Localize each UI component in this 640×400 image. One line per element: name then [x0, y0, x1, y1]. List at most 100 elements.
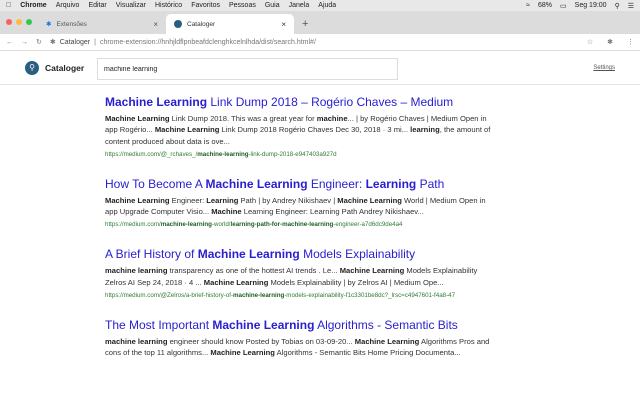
menu-favoritos[interactable]: Favoritos: [191, 2, 220, 9]
text-segment: Link Dump 2018 Rogério Chaves Dec 30, 20…: [219, 125, 411, 135]
text-segment: -models-explainability-f1c3301be8dc?_lrs…: [284, 292, 456, 300]
result-url[interactable]: https://medium.com/machine-learning-worl…: [105, 221, 500, 229]
tab-label: Cataloger: [187, 20, 216, 28]
window-controls: [6, 19, 32, 25]
apple-icon[interactable]: : [6, 2, 11, 9]
back-icon[interactable]: ←: [6, 39, 13, 46]
close-tab-icon[interactable]: ×: [153, 20, 158, 29]
highlight-term: Machine Learning: [105, 114, 170, 123]
minimize-window-button[interactable]: [16, 19, 22, 25]
text-segment: transparency as one of the hottest AI tr…: [167, 266, 340, 276]
text-segment: Path | by Andrey Nikishaev |: [238, 195, 338, 205]
result-title-link[interactable]: Machine Learning Link Dump 2018 – Rogéri…: [105, 95, 500, 110]
search-results: Machine Learning Link Dump 2018 – Rogéri…: [105, 95, 500, 377]
puzzle-icon: ✱: [46, 21, 52, 28]
menu-historico[interactable]: Histórico: [155, 2, 182, 9]
omnibox[interactable]: ✱ Cataloger | chrome-extension://hnhjldf…: [49, 38, 316, 47]
text-segment: -link-dump-2018-e947403a927d: [248, 150, 337, 158]
result-title-link[interactable]: A Brief History of Machine Learning Mode…: [105, 247, 500, 262]
divider: |: [94, 38, 96, 46]
highlight-term: learning-path-for-machine-learning: [230, 221, 334, 229]
text-segment: Engineer:: [169, 195, 207, 205]
text-segment: Link Dump 2018 – Rogério Chaves – Medium: [207, 95, 454, 109]
result-url[interactable]: https://medium.com/@_rchaves_/machine-le…: [105, 151, 500, 159]
menu-guia[interactable]: Guia: [265, 2, 280, 9]
macos-menubar:  Chrome Arquivo Editar Visualizar Histó…: [0, 0, 640, 11]
wifi-icon[interactable]: ≈: [526, 2, 530, 10]
result-snippet: Machine Learning Engineer: Learning Path…: [105, 195, 500, 218]
result-title-link[interactable]: How To Become A Machine Learning Enginee…: [105, 177, 500, 192]
url-text[interactable]: chrome-extension://hnhjldflpnbeafdclengh…: [100, 39, 316, 46]
address-bar-row: ← → ↻ ✱ Cataloger | chrome-extension://h…: [0, 34, 640, 51]
result-item: The Most Important Machine Learning Algo…: [105, 318, 500, 359]
text-segment: https://medium.com/@_rchaves_/: [105, 150, 198, 158]
text-segment: -engineer-a7d6dc9de4a4: [333, 221, 403, 229]
menu-janela[interactable]: Janela: [289, 2, 310, 9]
menu-arquivo[interactable]: Arquivo: [56, 2, 80, 9]
tab-label: Extensões: [56, 20, 87, 28]
highlight-term: Machine Learning: [197, 247, 300, 262]
result-snippet: machine learning transparency as one of …: [105, 265, 500, 288]
highlight-term: Machine Learning: [210, 348, 275, 358]
new-tab-button[interactable]: +: [294, 18, 316, 34]
battery-icon[interactable]: ▭: [560, 2, 567, 10]
brand-name: Cataloger: [45, 62, 85, 73]
menu-visualizar[interactable]: Visualizar: [116, 2, 146, 9]
extensions-icon[interactable]: ✱: [607, 38, 613, 46]
search-input[interactable]: [97, 58, 398, 80]
highlight-term: Machine Learning: [205, 176, 308, 191]
forward-icon[interactable]: →: [21, 39, 28, 46]
menu-editar[interactable]: Editar: [88, 2, 106, 9]
text-segment: Path: [416, 176, 445, 191]
tab-cataloger[interactable]: Cataloger ×: [166, 14, 294, 34]
highlight-term: Machine Learning: [337, 195, 402, 205]
text-segment: engineer should know Posted by Tobias on…: [167, 337, 355, 347]
text-segment: Link Dump 2018. This was a great year fo…: [169, 114, 317, 123]
maximize-window-button[interactable]: [26, 19, 32, 25]
highlight-term: Learning: [365, 176, 417, 191]
clock[interactable]: Seg 19:00: [575, 2, 607, 10]
highlight-term: machine-learning: [233, 292, 285, 300]
site-name: Cataloger: [59, 38, 91, 46]
highlight-term: machine-learning: [160, 221, 212, 229]
result-item: Machine Learning Link Dump 2018 – Rogéri…: [105, 95, 500, 159]
menu-app-name[interactable]: Chrome: [20, 2, 46, 9]
text-segment: Learning Engineer: Learning Path Andrey …: [241, 207, 424, 217]
highlight-term: Machine Learning: [339, 266, 405, 276]
tab-extensions[interactable]: ✱ Extensões ×: [38, 14, 166, 34]
menu-pessoas[interactable]: Pessoas: [229, 2, 256, 9]
chrome-menu-icon[interactable]: ⋮: [627, 38, 634, 46]
highlight-term: Machine Learning: [354, 337, 420, 347]
extension-icon: ✱: [49, 39, 56, 46]
text-segment: The Most Important: [105, 318, 213, 333]
highlight-term: Machine: [211, 207, 242, 217]
result-url[interactable]: https://medium.com/@Zelros/a-brief-histo…: [105, 292, 500, 300]
bookmark-star-icon[interactable]: ☆: [587, 38, 593, 46]
settings-link[interactable]: Settings: [593, 65, 615, 71]
reload-icon[interactable]: ↻: [36, 38, 42, 46]
menu-ajuda[interactable]: Ajuda: [318, 2, 336, 9]
highlight-term: machine learning: [105, 337, 168, 347]
text-segment: Models Explainability | by Zelros AI | M…: [268, 277, 444, 287]
text-segment: A Brief History of: [105, 247, 198, 262]
text-segment: https://medium.com/@Zelros/a-brief-histo…: [105, 292, 234, 300]
highlight-term: Machine Learning: [105, 95, 208, 109]
result-item: A Brief History of Machine Learning Mode…: [105, 247, 500, 300]
highlight-term: Machine Learning: [154, 125, 220, 135]
result-title-link[interactable]: The Most Important Machine Learning Algo…: [105, 318, 500, 333]
highlight-term: machine-learning: [197, 150, 249, 158]
text-segment: https://medium.com/: [105, 221, 161, 229]
menu-list-icon[interactable]: ☰: [628, 2, 634, 10]
highlight-term: Machine Learning: [105, 195, 170, 205]
cataloger-icon: [174, 20, 182, 28]
result-snippet: machine learning engineer should know Po…: [105, 336, 500, 359]
highlight-term: Machine Learning: [203, 277, 269, 287]
battery-percent[interactable]: 68%: [538, 2, 552, 10]
highlight-term: machine: [316, 114, 348, 123]
highlight-term: learning: [410, 125, 440, 135]
highlight-term: Machine Learning: [212, 318, 315, 333]
text-segment: -world/: [211, 221, 231, 229]
spotlight-icon[interactable]: ⚲: [615, 2, 620, 10]
close-window-button[interactable]: [6, 19, 12, 25]
close-tab-icon[interactable]: ×: [281, 20, 286, 29]
